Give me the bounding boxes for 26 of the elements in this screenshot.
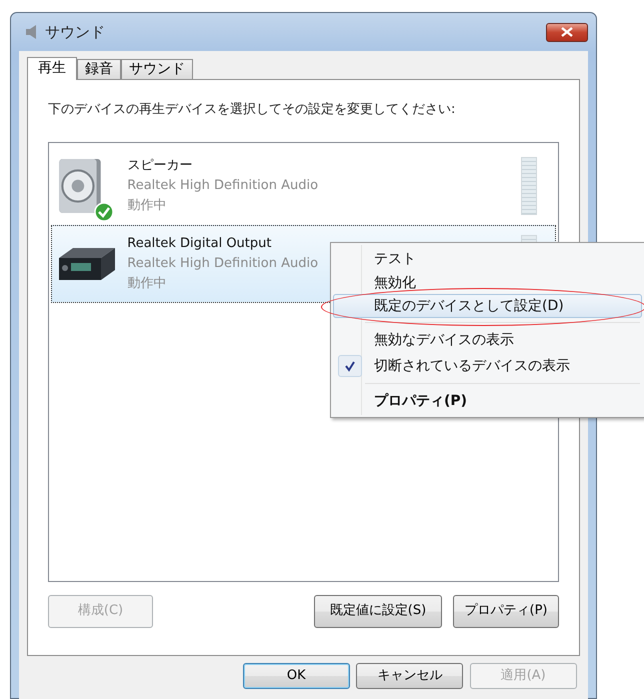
device-driver: Realtek High Definition Audio (127, 254, 318, 272)
speaker-icon (25, 24, 39, 40)
device-button[interactable]: 既定値に設定(S) (314, 594, 442, 628)
menu-item[interactable]: プロパティ(P) (333, 388, 642, 414)
menu-item[interactable]: 無効なデバイスの表示 (333, 327, 642, 353)
device-button[interactable]: プロパティ(P) (453, 594, 559, 628)
device-name: スピーカー (127, 156, 194, 174)
device-item[interactable]: スピーカー Realtek High Definition Audio 動作中 (51, 146, 556, 224)
menu-item[interactable]: 切断されているデバイスの表示 (333, 353, 642, 379)
menu-item[interactable]: 既定のデバイスとして設定(D) (333, 294, 642, 318)
level-meter (521, 156, 537, 214)
window-title: サウンド (45, 22, 105, 43)
close-button[interactable] (546, 22, 588, 42)
tab[interactable]: 再生 (27, 57, 77, 80)
dialog-button[interactable]: OK (242, 662, 350, 688)
device-status: 動作中 (127, 274, 168, 292)
receiver-icon (58, 246, 116, 280)
close-icon (561, 27, 573, 37)
device-status: 動作中 (127, 196, 168, 214)
speaker-icon (58, 158, 102, 214)
device-driver: Realtek High Definition Audio (127, 176, 318, 194)
device-name: Realtek Digital Output (127, 234, 272, 252)
tab[interactable]: 録音 (77, 59, 121, 79)
instruction-text: 下のデバイスの再生デバイスを選択してその設定を変更してください: (48, 101, 456, 119)
dialog-button[interactable]: キャンセル (356, 662, 464, 688)
tab[interactable]: サウンド (121, 59, 193, 79)
